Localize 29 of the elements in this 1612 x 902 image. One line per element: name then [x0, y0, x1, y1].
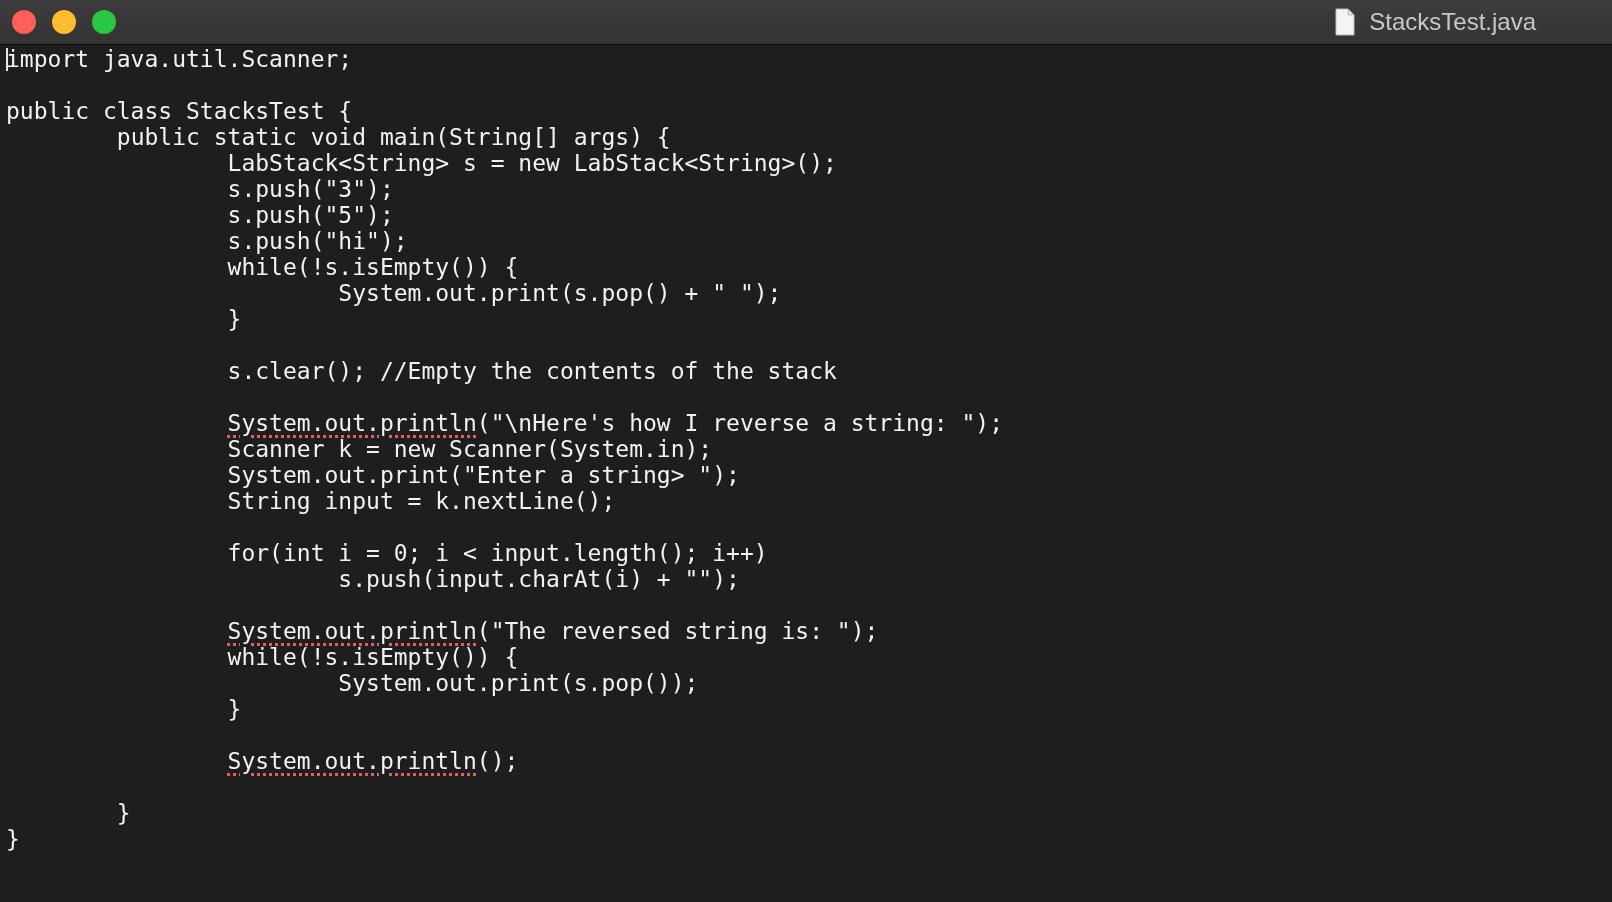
code-line: while(!s.isEmpty()) {	[226, 644, 519, 670]
code-line: public static void main(String[] args) {	[115, 124, 671, 150]
code-line: System.out.println("\nHere's how I reverse a string: ");	[226, 410, 1003, 436]
code-line: System.out.print(s.pop());	[337, 670, 699, 696]
code-line: Scanner k = new Scanner(System.in);	[226, 436, 713, 462]
code-line: s.push(input.charAt(i) + "");	[337, 566, 740, 592]
code-line: System.out.print("Enter a string> ");	[226, 462, 740, 488]
code-line: while(!s.isEmpty()) {	[226, 254, 519, 280]
document-icon	[1335, 8, 1356, 36]
code-line: }	[226, 696, 242, 722]
code-line: System.out.println();	[226, 748, 519, 774]
code-line: s.push("hi");	[226, 228, 408, 254]
code-line: }	[226, 306, 242, 332]
code-line: public class StacksTest {	[6, 98, 353, 124]
code-line: System.out.print(s.pop() + " ");	[337, 280, 782, 306]
code-line: String input = k.nextLine();	[226, 488, 616, 514]
zoom-button[interactable]	[92, 10, 116, 34]
code-line: import java.util.Scanner;	[6, 46, 353, 72]
code-line: }	[6, 826, 20, 852]
code-line: for(int i = 0; i < input.length(); i++)	[226, 540, 768, 566]
code-line: System.out.println("The reversed string is: ");	[226, 618, 879, 644]
code-line: s.push("5");	[226, 202, 394, 228]
code-line: s.push("3");	[226, 176, 394, 202]
window-title: StacksTest.java	[1369, 8, 1536, 36]
close-button[interactable]	[12, 10, 36, 34]
code-line: s.clear(); //Empty the contents of the stack	[226, 358, 837, 384]
code-line: }	[115, 800, 131, 826]
minimize-button[interactable]	[52, 10, 76, 34]
code-line: LabStack<String> s = new LabStack<String>();	[226, 150, 837, 176]
